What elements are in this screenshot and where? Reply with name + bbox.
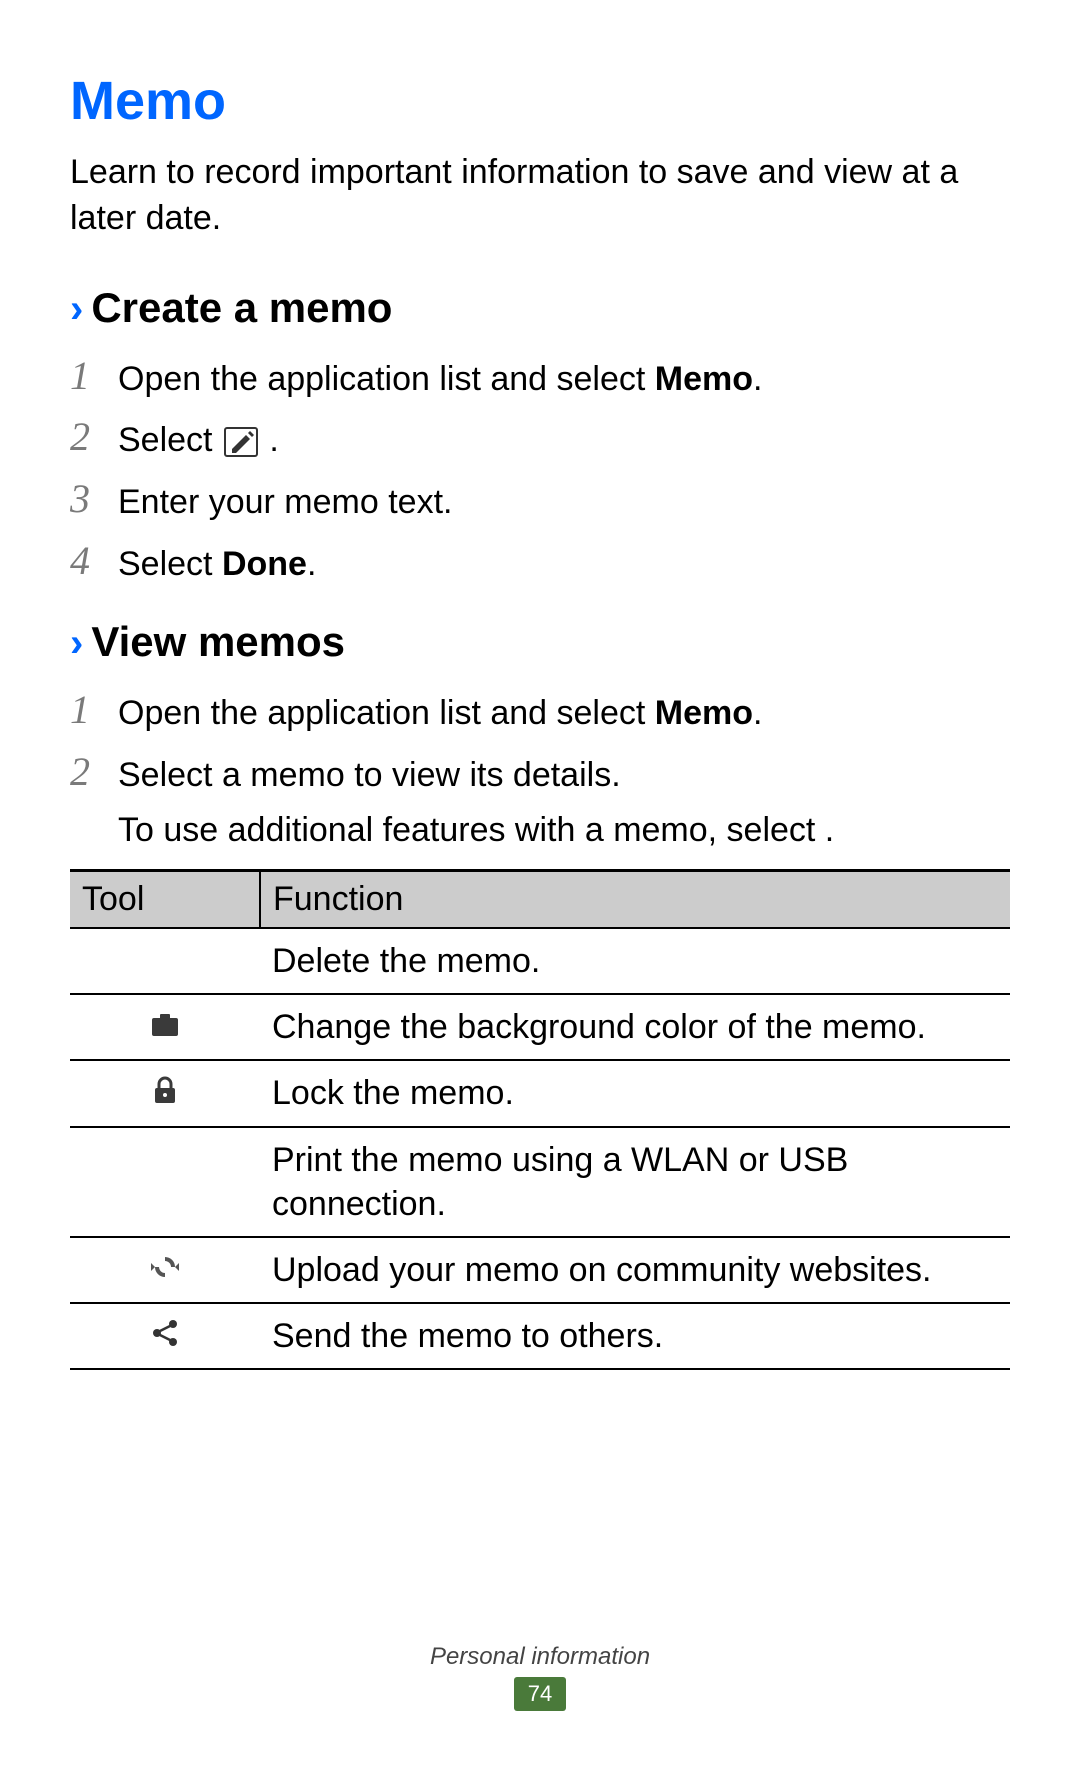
table-row: Print the memo using a WLAN or USB conne…	[70, 1127, 1010, 1237]
color-icon	[70, 994, 260, 1060]
step-item: 1 Open the application list and select M…	[70, 686, 1010, 738]
step-item: 2 Select a memo to view its details.	[70, 748, 1010, 800]
lock-icon	[70, 1060, 260, 1126]
table-row: Delete the memo.	[70, 928, 1010, 994]
function-text: Upload your memo on community websites.	[260, 1237, 1010, 1303]
chevron-icon: ›	[70, 621, 83, 666]
function-text: Print the memo using a WLAN or USB conne…	[260, 1127, 1010, 1237]
table-row: Change the background color of the memo.	[70, 994, 1010, 1060]
function-text: Delete the memo.	[260, 928, 1010, 994]
step-number: 1	[70, 352, 118, 400]
section-view-heading: › View memos	[70, 618, 1010, 666]
function-text: Lock the memo.	[260, 1060, 1010, 1126]
section-view-title: View memos	[91, 618, 345, 666]
print-icon	[70, 1127, 260, 1237]
compose-icon	[224, 427, 258, 457]
step-text: Select Done.	[118, 537, 316, 589]
table-header-function: Function	[260, 870, 1010, 928]
create-steps: 1 Open the application list and select M…	[70, 352, 1010, 588]
table-row: Send the memo to others.	[70, 1303, 1010, 1369]
page-footer: Personal information 74	[0, 1643, 1080, 1711]
view-steps: 1 Open the application list and select M…	[70, 686, 1010, 799]
step-number: 3	[70, 475, 118, 523]
tool-function-table: Tool Function Delete the memo. Change th…	[70, 869, 1010, 1370]
function-text: Send the memo to others.	[260, 1303, 1010, 1369]
footer-section: Personal information	[0, 1643, 1080, 1671]
step-item: 2 Select .	[70, 413, 1010, 465]
step-number: 4	[70, 537, 118, 585]
step-text: Select a memo to view its details.	[118, 748, 621, 800]
page-title: Memo	[70, 70, 1010, 132]
function-text: Change the background color of the memo.	[260, 994, 1010, 1060]
section-create-heading: › Create a memo	[70, 284, 1010, 332]
step-text: Select .	[118, 413, 279, 465]
table-header-tool: Tool	[70, 870, 260, 928]
step-subtext: To use additional features with a memo, …	[118, 807, 1010, 855]
table-row: Lock the memo.	[70, 1060, 1010, 1126]
section-create-title: Create a memo	[91, 284, 392, 332]
step-text: Enter your memo text.	[118, 475, 452, 527]
step-text: Open the application list and select Mem…	[118, 352, 762, 404]
step-item: 4 Select Done.	[70, 537, 1010, 589]
step-number: 1	[70, 686, 118, 734]
intro-text: Learn to record important information to…	[70, 150, 1010, 242]
step-text: Open the application list and select Mem…	[118, 686, 762, 738]
delete-icon	[70, 928, 260, 994]
sync-icon	[70, 1237, 260, 1303]
table-row: Upload your memo on community websites.	[70, 1237, 1010, 1303]
share-icon	[70, 1303, 260, 1369]
step-number: 2	[70, 748, 118, 796]
step-number: 2	[70, 413, 118, 461]
step-item: 1 Open the application list and select M…	[70, 352, 1010, 404]
chevron-icon: ›	[70, 287, 83, 332]
step-item: 3 Enter your memo text.	[70, 475, 1010, 527]
page-number: 74	[514, 1677, 566, 1711]
